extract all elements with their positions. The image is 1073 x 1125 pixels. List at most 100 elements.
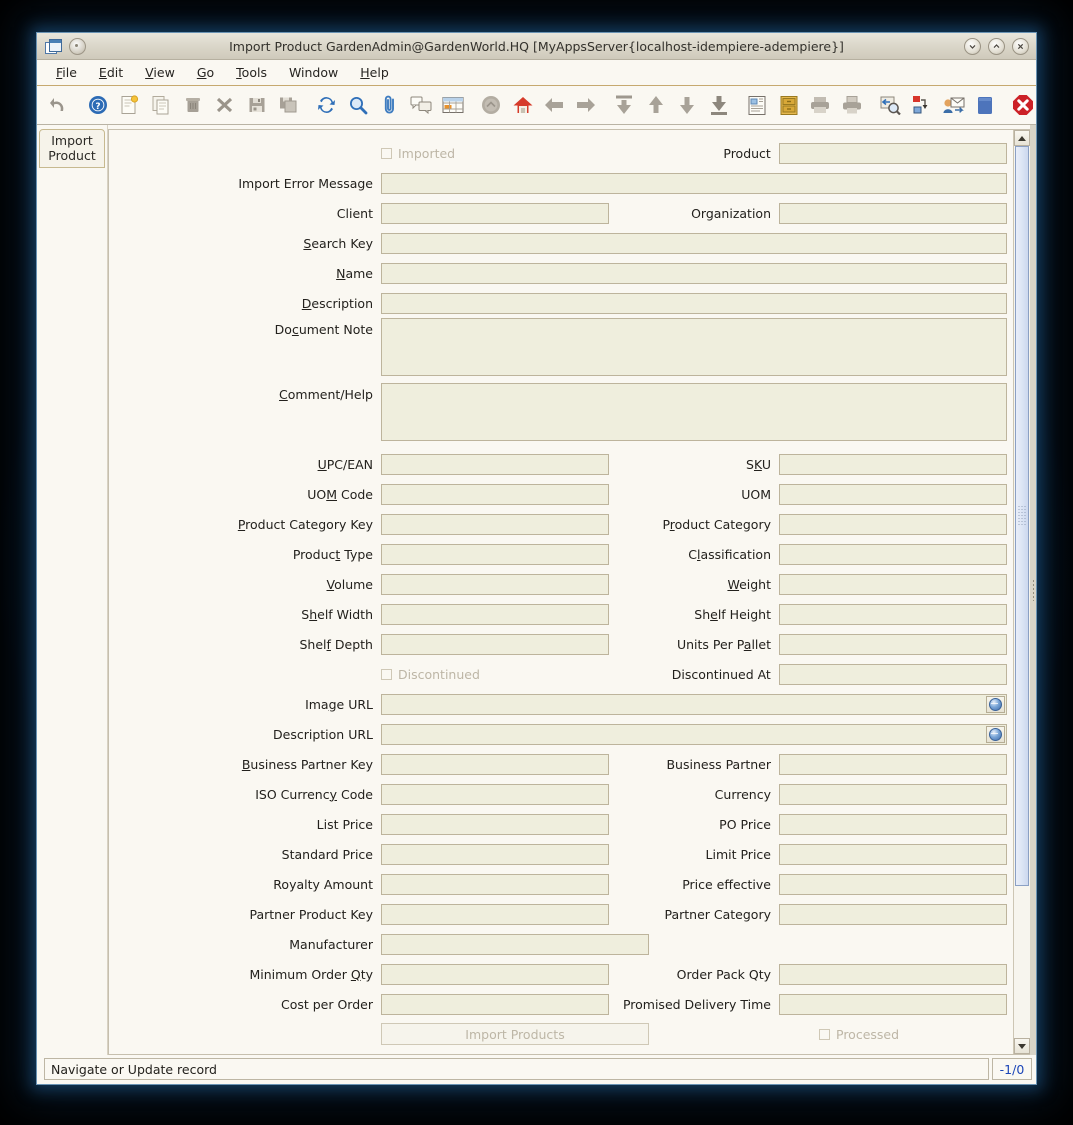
save-icon[interactable] xyxy=(243,90,270,120)
import-error-message-field[interactable] xyxy=(381,172,1007,194)
menu-go[interactable]: Go xyxy=(186,63,225,82)
grid-toggle-icon[interactable] xyxy=(440,90,467,120)
find-icon[interactable] xyxy=(345,90,372,120)
description-field[interactable] xyxy=(381,292,1007,314)
discontinued-checkbox-wrap[interactable]: Discontinued xyxy=(381,667,609,682)
search-key-field[interactable] xyxy=(381,232,1007,254)
menu-file[interactable]: File xyxy=(45,63,88,82)
limit-price-field[interactable] xyxy=(779,843,1007,865)
uom-field[interactable] xyxy=(779,483,1007,505)
window-titlebar[interactable]: Import Product GardenAdmin@GardenWorld.H… xyxy=(37,33,1036,60)
processed-checkbox-wrap[interactable]: Processed xyxy=(819,1027,899,1042)
manufacturer-field[interactable] xyxy=(381,933,649,955)
save-create-icon[interactable] xyxy=(275,90,302,120)
chat-icon[interactable] xyxy=(408,90,435,120)
classification-field[interactable] xyxy=(779,543,1007,565)
business-partner-key-field[interactable] xyxy=(381,753,609,775)
description-url-open-button[interactable] xyxy=(986,725,1005,743)
discontinued-checkbox[interactable] xyxy=(381,668,392,680)
import-products-button[interactable]: Import Products xyxy=(381,1023,649,1045)
help-icon[interactable]: ? xyxy=(85,90,112,120)
product-info-icon[interactable] xyxy=(972,90,999,120)
scroll-down-button[interactable] xyxy=(1014,1038,1030,1054)
new-record-icon[interactable] xyxy=(116,90,143,120)
weight-field[interactable] xyxy=(779,573,1007,595)
request-icon[interactable] xyxy=(940,90,967,120)
order-pack-qty-field[interactable] xyxy=(779,963,1007,985)
print-icon[interactable] xyxy=(839,90,866,120)
menu-help[interactable]: Help xyxy=(349,63,400,82)
document-note-field[interactable] xyxy=(381,318,1007,376)
product-category-key-field[interactable] xyxy=(381,513,609,535)
menu-window[interactable]: Window xyxy=(278,63,349,82)
menu-edit[interactable]: Edit xyxy=(88,63,134,82)
volume-field[interactable] xyxy=(381,573,609,595)
shelf-depth-field[interactable] xyxy=(381,633,609,655)
minimum-order-qty-field[interactable] xyxy=(381,963,609,985)
organization-field[interactable] xyxy=(779,202,1007,224)
iso-currency-code-field[interactable] xyxy=(381,783,609,805)
shelf-width-field[interactable] xyxy=(381,603,609,625)
maximize-button[interactable] xyxy=(988,37,1005,55)
active-workflow-icon[interactable] xyxy=(908,90,935,120)
window-menu-icon[interactable] xyxy=(69,37,86,55)
scroll-track[interactable] xyxy=(1014,146,1030,1038)
partner-category-field[interactable] xyxy=(779,903,1007,925)
attachment-icon[interactable] xyxy=(376,90,403,120)
minimize-button[interactable] xyxy=(964,37,981,55)
cost-per-order-field[interactable] xyxy=(381,993,609,1015)
print-preview-icon[interactable] xyxy=(807,90,834,120)
delete-record-icon[interactable] xyxy=(180,90,207,120)
form-vertical-scrollbar[interactable] xyxy=(1013,130,1030,1054)
last-record-icon[interactable] xyxy=(706,90,733,120)
down-icon[interactable] xyxy=(674,90,701,120)
price-effective-field[interactable] xyxy=(779,873,1007,895)
zoom-across-icon[interactable] xyxy=(876,90,903,120)
archive-icon[interactable] xyxy=(775,90,802,120)
product-type-field[interactable] xyxy=(381,543,609,565)
undo-icon[interactable] xyxy=(47,90,74,120)
tab-import-product[interactable]: Import Product xyxy=(39,129,105,168)
description-url-field[interactable] xyxy=(381,723,1007,745)
list-price-field[interactable] xyxy=(381,813,609,835)
report-icon[interactable] xyxy=(743,90,770,120)
discontinued-at-field[interactable] xyxy=(778,663,1007,685)
promised-delivery-time-field[interactable] xyxy=(779,993,1007,1015)
upc-ean-field[interactable] xyxy=(381,453,609,475)
panel-splitter[interactable] xyxy=(1030,125,1036,1055)
currency-field[interactable] xyxy=(779,783,1007,805)
units-per-pallet-field[interactable] xyxy=(779,633,1007,655)
uom-code-field[interactable] xyxy=(381,483,609,505)
scroll-up-button[interactable] xyxy=(1014,130,1030,146)
copy-record-icon[interactable] xyxy=(148,90,175,120)
sku-field[interactable] xyxy=(779,453,1007,475)
image-url-field[interactable] xyxy=(381,693,1007,715)
name-field[interactable] xyxy=(381,262,1007,284)
comment-help-field[interactable] xyxy=(381,383,1007,441)
partner-product-key-field[interactable] xyxy=(381,903,609,925)
home-icon[interactable] xyxy=(509,90,536,120)
product-category-field[interactable] xyxy=(779,513,1007,535)
up-icon[interactable] xyxy=(642,90,669,120)
exit-icon[interactable] xyxy=(1009,90,1036,120)
image-url-open-button[interactable] xyxy=(986,695,1005,713)
po-price-field[interactable] xyxy=(779,813,1007,835)
refresh-icon[interactable] xyxy=(313,90,340,120)
client-field[interactable] xyxy=(381,202,609,224)
royalty-amount-field[interactable] xyxy=(381,873,609,895)
forward-icon[interactable] xyxy=(573,90,600,120)
imported-checkbox[interactable] xyxy=(381,147,392,159)
delete-selection-icon[interactable] xyxy=(212,90,239,120)
menu-tools[interactable]: Tools xyxy=(225,63,278,82)
standard-price-field[interactable] xyxy=(381,843,609,865)
close-button[interactable] xyxy=(1012,37,1029,55)
business-partner-field[interactable] xyxy=(779,753,1007,775)
first-record-icon[interactable] xyxy=(610,90,637,120)
back-icon[interactable] xyxy=(541,90,568,120)
menu-view[interactable]: View xyxy=(134,63,186,82)
product-field[interactable] xyxy=(778,142,1007,164)
imported-checkbox-wrap[interactable]: Imported xyxy=(381,146,609,161)
shelf-height-field[interactable] xyxy=(779,603,1007,625)
processed-checkbox[interactable] xyxy=(819,1028,830,1040)
scroll-thumb[interactable] xyxy=(1015,146,1029,887)
